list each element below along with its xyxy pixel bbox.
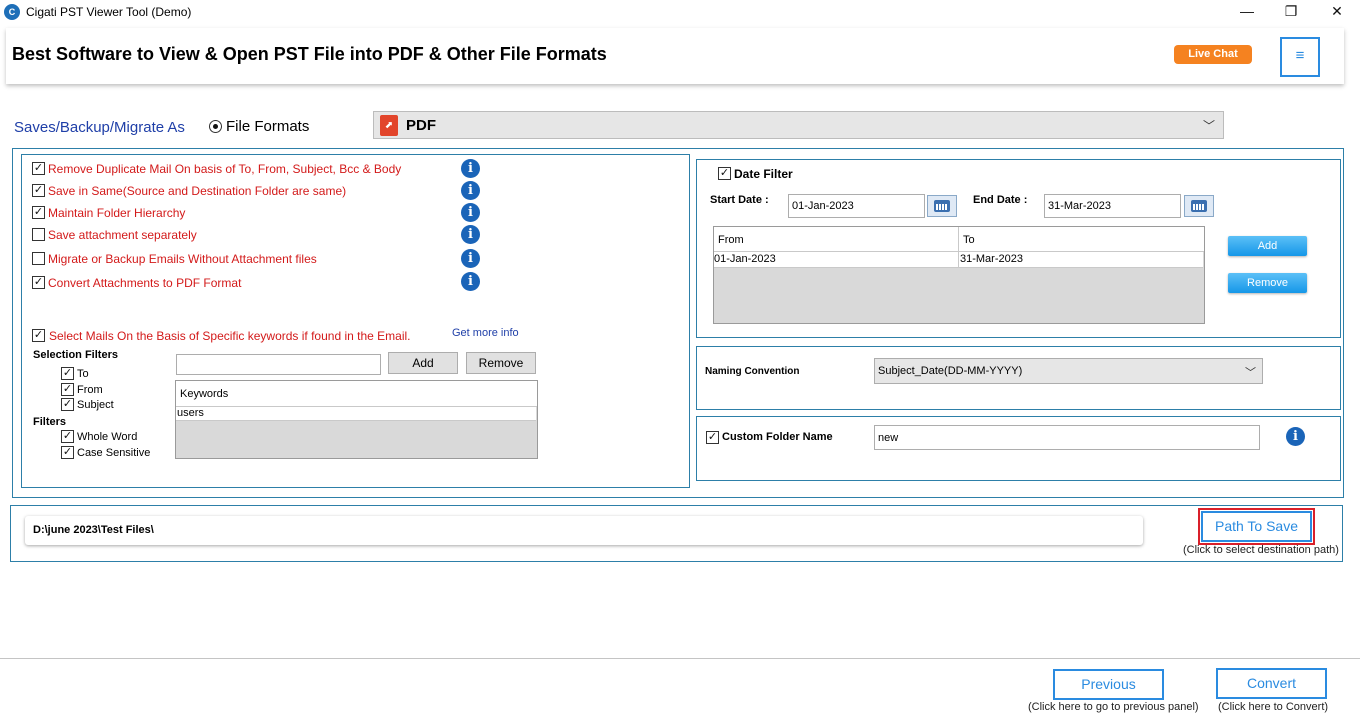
column-divider <box>958 252 959 268</box>
table-row[interactable]: users <box>176 407 536 421</box>
title-bar: C Cigati PST Viewer Tool (Demo) — ❐ ✕ <box>0 0 1360 24</box>
date-table-header: From To <box>714 227 1204 252</box>
option-checkbox-without-attachment[interactable] <box>32 252 45 265</box>
option-label-folder-hierarchy: Maintain Folder Hierarchy <box>48 206 186 220</box>
filter-checkbox-subject[interactable]: ✓ <box>61 398 74 411</box>
path-to-save-caption: (Click to select destination path) <box>1183 544 1339 556</box>
option-checkbox-folder-hierarchy[interactable]: ✓ <box>32 206 45 219</box>
hamburger-menu-icon: ≡ <box>1295 47 1305 64</box>
path-panel: D:\june 2023\Test Files\ Path To Save (C… <box>10 505 1343 562</box>
info-icon[interactable]: i <box>461 272 480 291</box>
date-col-from: From <box>718 234 744 246</box>
filter-checkbox-to[interactable]: ✓ <box>61 367 74 380</box>
minimize-button[interactable]: — <box>1224 0 1270 24</box>
date-col-to: To <box>963 234 975 246</box>
custom-folder-label: Custom Folder Name <box>722 431 833 443</box>
filter-checkbox-whole-word[interactable]: ✓ <box>61 430 74 443</box>
keywords-table-header: Keywords <box>176 381 537 407</box>
filter-checkbox-case-sensitive[interactable]: ✓ <box>61 446 74 459</box>
option-checkbox-save-in-same[interactable]: ✓ <box>32 184 45 197</box>
filter-label-from: From <box>77 384 103 396</box>
pdf-icon: ⬈ <box>380 115 398 136</box>
keywords-checkbox[interactable]: ✓ <box>32 329 45 342</box>
cigati-logo-icon: C <box>4 4 20 20</box>
filter-label-case-sensitive: Case Sensitive <box>77 447 151 459</box>
path-display[interactable]: D:\june 2023\Test Files\ <box>25 516 1143 545</box>
table-row[interactable]: 01-Jan-2023 31-Mar-2023 <box>714 252 1203 268</box>
option-label-save-in-same: Save in Same(Source and Destination Fold… <box>48 184 347 198</box>
page-title: Best Software to View & Open PST File in… <box>12 44 607 64</box>
filter-label-to: To <box>77 368 89 380</box>
option-checkbox-remove-duplicate[interactable]: ✓ <box>32 162 45 175</box>
end-date-input[interactable] <box>1044 194 1181 218</box>
option-label-remove-duplicate: Remove Duplicate Mail On basis of To, Fr… <box>48 162 402 176</box>
keyword-input[interactable] <box>176 354 381 375</box>
filters-label: Filters <box>33 416 67 428</box>
date-add-button[interactable]: Add <box>1228 236 1307 256</box>
live-chat-button[interactable]: Live Chat <box>1174 45 1252 64</box>
info-icon[interactable]: i <box>461 159 480 178</box>
custom-folder-panel: ✓ Custom Folder Name i <box>696 416 1341 481</box>
menu-button[interactable]: ≡ <box>1280 37 1320 77</box>
info-icon[interactable]: i <box>461 181 480 200</box>
file-formats-radio[interactable] <box>209 120 222 133</box>
info-icon[interactable]: i <box>461 249 480 268</box>
custom-folder-checkbox[interactable]: ✓ <box>706 431 719 444</box>
path-to-save-highlight: Path To Save <box>1198 508 1315 545</box>
filter-label-whole-word: Whole Word <box>77 431 138 443</box>
naming-convention-value: Subject_Date(DD-MM-YYYY) <box>878 365 1023 377</box>
chevron-down-icon: ﹀ <box>1202 119 1215 133</box>
chevron-down-icon: ﹀ <box>1245 367 1256 379</box>
keyword-remove-button[interactable]: Remove <box>466 352 536 374</box>
info-icon[interactable]: i <box>1286 427 1305 446</box>
date-row-to: 31-Mar-2023 <box>960 253 1023 265</box>
file-formats-label: File Formats <box>226 118 310 135</box>
date-remove-button[interactable]: Remove <box>1228 273 1307 293</box>
saves-as-label: Saves/Backup/Migrate As <box>14 119 185 136</box>
selection-filters-label: Selection Filters <box>33 349 118 361</box>
maximize-button[interactable]: ❐ <box>1268 0 1314 24</box>
date-filter-label: Date Filter <box>734 167 793 181</box>
info-icon[interactable]: i <box>461 203 480 222</box>
option-label-without-attachment: Migrate or Backup Emails Without Attachm… <box>48 252 317 266</box>
naming-convention-label: Naming Convention <box>705 366 800 377</box>
keyword-add-button[interactable]: Add <box>388 352 458 374</box>
path-value: D:\june 2023\Test Files\ <box>33 524 154 536</box>
option-label-save-attachment: Save attachment separately <box>48 228 197 242</box>
keywords-table: Keywords users <box>175 380 538 459</box>
option-checkbox-convert-attachments[interactable]: ✓ <box>32 276 45 289</box>
window-title: Cigati PST Viewer Tool (Demo) <box>26 5 192 19</box>
footer-divider <box>0 658 1360 659</box>
previous-caption: (Click here to go to previous panel) <box>1028 701 1199 713</box>
get-more-info-link[interactable]: Get more info <box>452 327 519 339</box>
format-select[interactable]: ⬈ PDF ﹀ <box>373 111 1224 139</box>
options-panel: ✓ Remove Duplicate Mail On basis of To, … <box>21 154 690 488</box>
column-divider <box>958 227 959 252</box>
end-date-label: End Date : <box>973 194 1028 206</box>
close-button[interactable]: ✕ <box>1314 0 1360 24</box>
start-date-label: Start Date : <box>710 194 769 206</box>
date-filter-checkbox[interactable]: ✓ <box>718 167 731 180</box>
filter-checkbox-from[interactable]: ✓ <box>61 383 74 396</box>
option-label-convert-attachments: Convert Attachments to PDF Format <box>48 276 242 290</box>
calendar-icon[interactable] <box>1184 195 1214 217</box>
format-selected-value: PDF <box>406 117 436 134</box>
naming-convention-select[interactable]: Subject_Date(DD-MM-YYYY) ﹀ <box>874 358 1263 384</box>
date-range-table: From To 01-Jan-2023 31-Mar-2023 <box>713 226 1205 324</box>
previous-button[interactable]: Previous <box>1053 669 1164 700</box>
convert-caption: (Click here to Convert) <box>1218 701 1329 713</box>
header-banner: Best Software to View & Open PST File in… <box>6 28 1344 84</box>
filter-label-subject: Subject <box>77 399 114 411</box>
keywords-label: Select Mails On the Basis of Specific ke… <box>49 329 411 343</box>
convert-button[interactable]: Convert <box>1216 668 1327 699</box>
date-row-from: 01-Jan-2023 <box>714 253 776 265</box>
calendar-icon[interactable] <box>927 195 957 217</box>
custom-folder-input[interactable] <box>874 425 1260 450</box>
date-filter-panel: ✓ Date Filter Start Date : End Date : Fr… <box>696 159 1341 338</box>
start-date-input[interactable] <box>788 194 925 218</box>
path-to-save-button[interactable]: Path To Save <box>1201 511 1312 542</box>
naming-convention-panel: Naming Convention Subject_Date(DD-MM-YYY… <box>696 346 1341 410</box>
option-checkbox-save-attachment[interactable] <box>32 228 45 241</box>
info-icon[interactable]: i <box>461 225 480 244</box>
